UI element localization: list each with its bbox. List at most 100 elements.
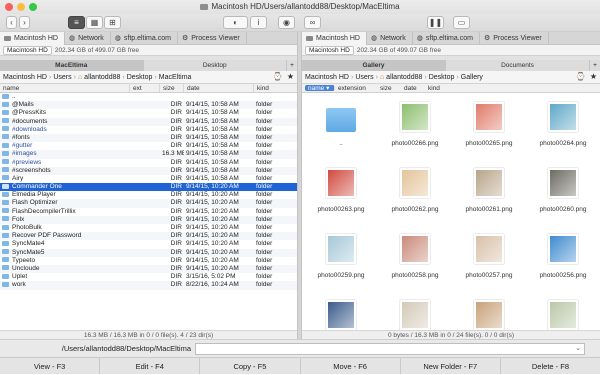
back-button[interactable]: ‹ [6,16,17,29]
col-date[interactable]: date [401,84,425,92]
table-row[interactable]: @PressKits DIR 9/14/15, 10:58 AM folder [0,109,297,117]
table-row[interactable]: #fonts DIR 9/14/15, 10:58 AM folder [0,133,297,143]
zoom-icon[interactable] [29,3,37,11]
gallery-item[interactable] [452,291,526,330]
info-icon[interactable]: i [250,16,267,29]
add-tab-icon[interactable]: + [590,60,600,71]
list-view-button[interactable]: ≡ [68,16,85,29]
left-drive-select[interactable]: Macintosh HD [3,45,52,55]
table-row[interactable]: PhotoBulk DIR 9/14/15, 10:20 AM folder [0,224,297,232]
gallery-item[interactable]: photo00256.png [526,225,600,291]
toggle-hidden-button[interactable]: ◐ [223,16,248,29]
table-row[interactable]: SyncMate4 DIR 9/14/15, 10:20 AM folder [0,240,297,248]
binoculars-icon[interactable]: ∞ [304,16,321,29]
left-file-list[interactable]: .. @Mails DIR 9/14/15, 10:58 AM folder @Press… [0,93,297,330]
table-row[interactable]: Uncloude DIR 9/14/15, 10:20 AM folder [0,264,297,274]
close-icon[interactable] [5,3,13,11]
col-extension[interactable]: extension [335,84,377,92]
tab-gallery[interactable]: Gallery [302,60,446,71]
crumb-macintosh-hd[interactable]: Macintosh HD [3,74,47,81]
tab-right-process-viewer[interactable]: ⚙ Process Viewer [480,32,549,45]
crumb-user[interactable]: allantodd88 [386,74,422,81]
star-icon[interactable]: ★ [287,72,294,81]
eye-icon[interactable]: ◉ [278,16,295,29]
gallery-item[interactable]: photo00260.png [526,159,600,225]
move-button[interactable]: Move - F6 [301,358,401,374]
add-tab-icon[interactable]: + [287,60,297,71]
col-kind[interactable]: kind [425,84,455,92]
table-row[interactable]: SyncMate5 DIR 9/14/15, 10:20 AM folder [0,248,297,257]
col-name[interactable]: name [0,84,130,92]
tab-maceltima[interactable]: MacEltima [0,60,144,71]
table-row[interactable]: Elmedia Player DIR 9/14/15, 10:20 AM folder [0,191,297,199]
table-row[interactable]: .. [0,93,297,101]
tab-documents[interactable]: Documents [446,60,590,71]
col-date[interactable]: date [184,84,254,92]
table-row[interactable]: Recover PDF Password DIR 9/14/15, 10:20 AM… [0,232,297,241]
crumb-users[interactable]: Users [53,74,71,81]
crumb-users[interactable]: Users [355,74,373,81]
table-row[interactable]: #images 16.3 MB 9/14/15, 10:58 AM folder [0,150,297,159]
tab-desktop[interactable]: Desktop [143,60,287,71]
crumb-maceltima[interactable]: MacEltima [159,74,192,81]
tab-right-sftp[interactable]: ◍ sftp.eltima.com [413,32,480,45]
col-ext[interactable]: ext [130,84,160,92]
edit-button[interactable]: Edit - F4 [100,358,201,374]
table-row[interactable]: #screenshots DIR 9/14/15, 10:58 AM folder [0,166,297,175]
history-icon[interactable]: ⌚ [273,72,283,81]
command-input[interactable]: ⌄ [195,342,585,355]
right-gallery[interactable]: .. photo00266.png photo00265.png photo00264… [302,93,600,330]
gallery-item[interactable]: photo00263.png [304,159,378,225]
gallery-item[interactable]: photo00259.png [304,225,378,291]
view-button[interactable]: View - F3 [0,358,101,374]
gallery-parent-folder[interactable]: .. [304,93,378,159]
delete-button[interactable]: Delete - F8 [501,358,600,374]
table-row[interactable]: #documents DIR 9/14/15, 10:58 AM folder [0,117,297,126]
gallery-item[interactable]: photo00264.png [526,93,600,159]
tab-left-macintosh-hd[interactable]: Macintosh HD [0,32,65,45]
table-row[interactable]: @Mails DIR 9/14/15, 10:58 AM folder [0,101,297,110]
crumb-macintosh-hd[interactable]: Macintosh HD [305,74,349,81]
table-row[interactable]: #downloads DIR 9/14/15, 10:58 AM folder [0,126,297,134]
copy-button[interactable]: Copy - F5 [200,358,301,374]
tab-right-network[interactable]: ◍ Network [367,32,413,45]
forward-button[interactable]: › [19,16,30,29]
chevron-down-icon[interactable]: ⌄ [575,344,581,352]
gallery-item[interactable]: photo00262.png [378,159,452,225]
table-row[interactable]: Uplet DIR 3/15/16, 5:02 PM folder [0,273,297,281]
col-name-sorted[interactable]: name ▾ [305,85,335,92]
table-row[interactable]: #gutter DIR 9/14/15, 10:58 AM folder [0,142,297,150]
grid-view-button[interactable]: ▦ [86,16,103,29]
tab-left-process-viewer[interactable]: ⚙ Process Viewer [178,32,247,45]
gallery-item[interactable] [378,291,452,330]
table-row[interactable]: Typeeto DIR 9/14/15, 10:20 AM folder [0,257,297,265]
table-row[interactable]: Airy DIR 9/14/15, 10:58 AM folder [0,175,297,183]
col-size[interactable]: size [160,84,184,92]
gallery-item[interactable]: photo00261.png [452,159,526,225]
history-icon[interactable]: ⌚ [576,72,586,81]
col-size[interactable]: size [377,84,401,92]
column-view-button[interactable]: ⊞ [104,16,121,29]
gallery-item[interactable]: photo00258.png [378,225,452,291]
crumb-gallery[interactable]: Gallery [461,74,483,81]
minimize-icon[interactable] [17,3,25,11]
right-drive-select[interactable]: Macintosh HD [305,45,354,55]
table-row[interactable]: Folx DIR 9/14/15, 10:20 AM folder [0,215,297,224]
star-icon[interactable]: ★ [590,72,597,81]
table-row[interactable]: FlashDecompilerTrillix DIR 9/14/15, 10:20 … [0,208,297,216]
table-row[interactable]: #previews DIR 9/14/15, 10:58 AM folder [0,159,297,167]
gallery-item[interactable]: photo00266.png [378,93,452,159]
terminal-icon[interactable]: ▭ [453,16,470,29]
gallery-item[interactable]: photo00257.png [452,225,526,291]
col-kind[interactable]: kind [254,84,297,92]
new-folder-button[interactable]: New Folder - F7 [401,358,501,374]
table-row[interactable]: Commander One DIR 9/14/15, 10:20 AM folder [0,183,297,192]
gallery-item[interactable]: photo00265.png [452,93,526,159]
table-row[interactable]: Flash Optimizer DIR 9/14/15, 10:20 AM folde… [0,199,297,208]
gallery-item[interactable] [526,291,600,330]
tab-left-network[interactable]: ◍ Network [65,32,111,45]
crumb-desktop[interactable]: Desktop [429,74,455,81]
split-panes-icon[interactable]: ❚❚ [427,16,444,29]
table-row[interactable]: work DIR 8/22/16, 10:24 AM folder [0,281,297,290]
crumb-user[interactable]: allantodd88 [84,74,120,81]
